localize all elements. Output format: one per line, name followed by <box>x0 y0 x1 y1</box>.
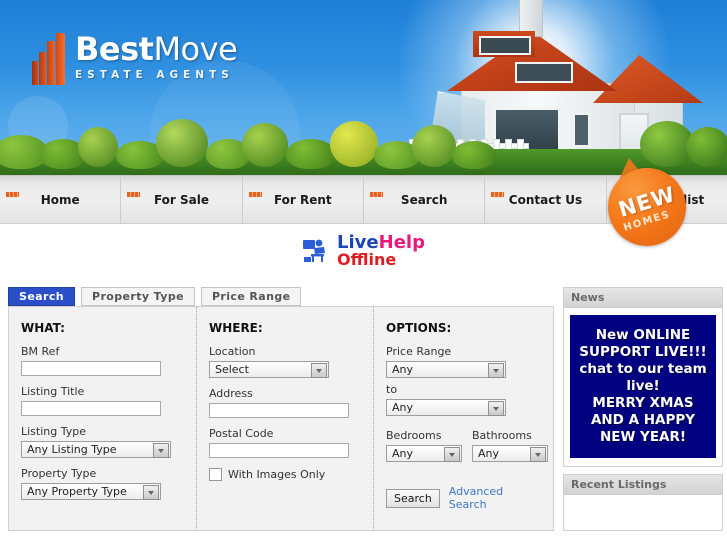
news-line: MERRY XMAS <box>592 395 694 411</box>
news-panel: News New ONLINE SUPPORT LIVE!!! chat to … <box>563 287 723 467</box>
news-panel-body: New ONLINE SUPPORT LIVE!!! chat to our t… <box>564 308 722 466</box>
nav-link-for-sale[interactable]: For Sale <box>154 193 209 207</box>
bedrooms-select[interactable]: Any <box>386 445 462 462</box>
advanced-search-link[interactable]: Advanced Search <box>449 485 541 511</box>
nav-link-contact-us[interactable]: Contact Us <box>509 193 582 207</box>
what-heading: WHAT: <box>21 321 65 335</box>
news-line: NEW YEAR! <box>599 429 687 445</box>
search-button[interactable]: Search <box>386 488 440 508</box>
bm-ref-label: BM Ref <box>21 345 60 358</box>
header-banner: BestMove ESTATE AGENTS <box>0 0 727 175</box>
nav-marker-icon <box>248 192 262 197</box>
logo-name-bold: Best <box>75 30 154 68</box>
address-input[interactable] <box>208 403 349 418</box>
where-column: WHERE: Location Select Address Postal Co… <box>195 307 373 530</box>
listing-type-value: Any Listing Type <box>21 441 171 458</box>
nav-link-for-rent[interactable]: For Rent <box>274 193 332 207</box>
tab-property-type[interactable]: Property Type <box>80 287 195 306</box>
price-min-select[interactable]: Any <box>386 361 506 378</box>
news-promo-box[interactable]: New ONLINE SUPPORT LIVE!!! chat to our t… <box>570 315 716 458</box>
chevron-down-icon <box>488 401 504 416</box>
chevron-down-icon <box>444 447 460 462</box>
location-select[interactable]: Select <box>208 361 329 378</box>
property-type-select[interactable]: Any Property Type <box>21 483 161 500</box>
listing-title-label: Listing Title <box>21 385 85 398</box>
listing-title-input[interactable] <box>21 401 161 416</box>
listing-type-select[interactable]: Any Listing Type <box>21 441 171 458</box>
postal-code-input[interactable] <box>208 443 349 458</box>
tab-price-range[interactable]: Price Range <box>200 287 302 306</box>
nav-item-home[interactable]: Home <box>0 176 120 223</box>
bedrooms-label: Bedrooms <box>386 429 442 442</box>
news-line: SUPPORT LIVE!!! <box>579 344 707 360</box>
listing-type-label: Listing Type <box>21 425 87 438</box>
chevron-down-icon <box>530 447 546 462</box>
address-label: Address <box>208 387 253 400</box>
nav-item-contact-us[interactable]: Contact Us <box>484 176 605 223</box>
price-max-select[interactable]: Any <box>386 399 506 416</box>
location-label: Location <box>208 345 256 358</box>
nav-link-home[interactable]: Home <box>41 193 80 207</box>
search-column: Search Property Type Price Range WHAT: B… <box>8 287 556 531</box>
news-line: live! <box>626 378 660 394</box>
property-type-label: Property Type <box>21 467 97 480</box>
news-line: AND A HAPPY <box>590 412 696 428</box>
recent-listings-panel: Recent Listings <box>563 474 723 531</box>
nav-marker-icon <box>491 192 505 197</box>
nav-marker-icon <box>6 192 19 197</box>
new-homes-badge[interactable]: NEW HOMES <box>608 168 686 246</box>
price-to-label: to <box>386 383 398 396</box>
nav-marker-icon <box>369 192 383 197</box>
nav-item-for-rent[interactable]: For Rent <box>241 176 363 223</box>
where-heading: WHERE: <box>208 321 263 335</box>
hedge-row <box>0 117 727 175</box>
with-images-only-row[interactable]: With Images Only <box>208 468 361 481</box>
site-logo[interactable]: BestMove ESTATE AGENTS <box>32 30 238 85</box>
news-line: New ONLINE <box>595 327 691 343</box>
price-range-label: Price Range <box>386 345 452 358</box>
search-form-panel: WHAT: BM Ref Listing Title Listing Type … <box>8 306 554 531</box>
nav-link-search[interactable]: Search <box>401 193 447 207</box>
search-actions: Search Advanced Search <box>386 485 541 511</box>
live-help-person-icon <box>302 238 332 264</box>
search-tabs: Search Property Type Price Range <box>8 287 556 306</box>
chevron-down-icon <box>310 363 327 378</box>
recent-listings-heading: Recent Listings <box>564 475 722 495</box>
property-type-value: Any Property Type <box>21 483 161 500</box>
tab-search[interactable]: Search <box>8 287 75 306</box>
page-root: BestMove ESTATE AGENTS NEW HOMES Home Fo… <box>0 0 727 545</box>
with-images-only-label: With Images Only <box>227 468 326 481</box>
logo-text: BestMove ESTATE AGENTS <box>75 30 238 81</box>
roof-wing <box>593 55 703 103</box>
bathrooms-label: Bathrooms <box>472 429 532 442</box>
bm-ref-input[interactable] <box>21 361 161 376</box>
logo-tagline: ESTATE AGENTS <box>75 69 234 81</box>
chevron-down-icon <box>153 443 169 458</box>
live-help-title: LiveHelp <box>337 234 425 252</box>
nav-item-for-sale[interactable]: For Sale <box>120 176 241 223</box>
dormer-window <box>479 36 531 55</box>
postal-code-label: Postal Code <box>208 427 274 440</box>
sidebar: News New ONLINE SUPPORT LIVE!!! chat to … <box>563 287 723 538</box>
what-column: WHAT: BM Ref Listing Title Listing Type … <box>9 307 196 530</box>
chevron-down-icon <box>488 363 504 378</box>
building-bars-logo-icon <box>32 33 66 85</box>
options-column: OPTIONS: Price Range Any to Any Bedrooms… <box>373 307 553 530</box>
bathrooms-select[interactable]: Any <box>472 445 548 462</box>
nav-marker-icon <box>127 192 141 197</box>
chevron-down-icon <box>143 485 159 500</box>
live-help-status: Offline <box>337 250 397 269</box>
recent-listings-body <box>564 495 722 530</box>
attic-window <box>515 62 573 83</box>
nav-item-search[interactable]: Search <box>362 176 484 223</box>
news-panel-heading: News <box>564 288 722 308</box>
news-line: chat to our team <box>579 361 707 377</box>
logo-name-light: Move <box>153 30 238 68</box>
with-images-only-checkbox[interactable] <box>208 468 222 481</box>
options-heading: OPTIONS: <box>386 321 452 335</box>
